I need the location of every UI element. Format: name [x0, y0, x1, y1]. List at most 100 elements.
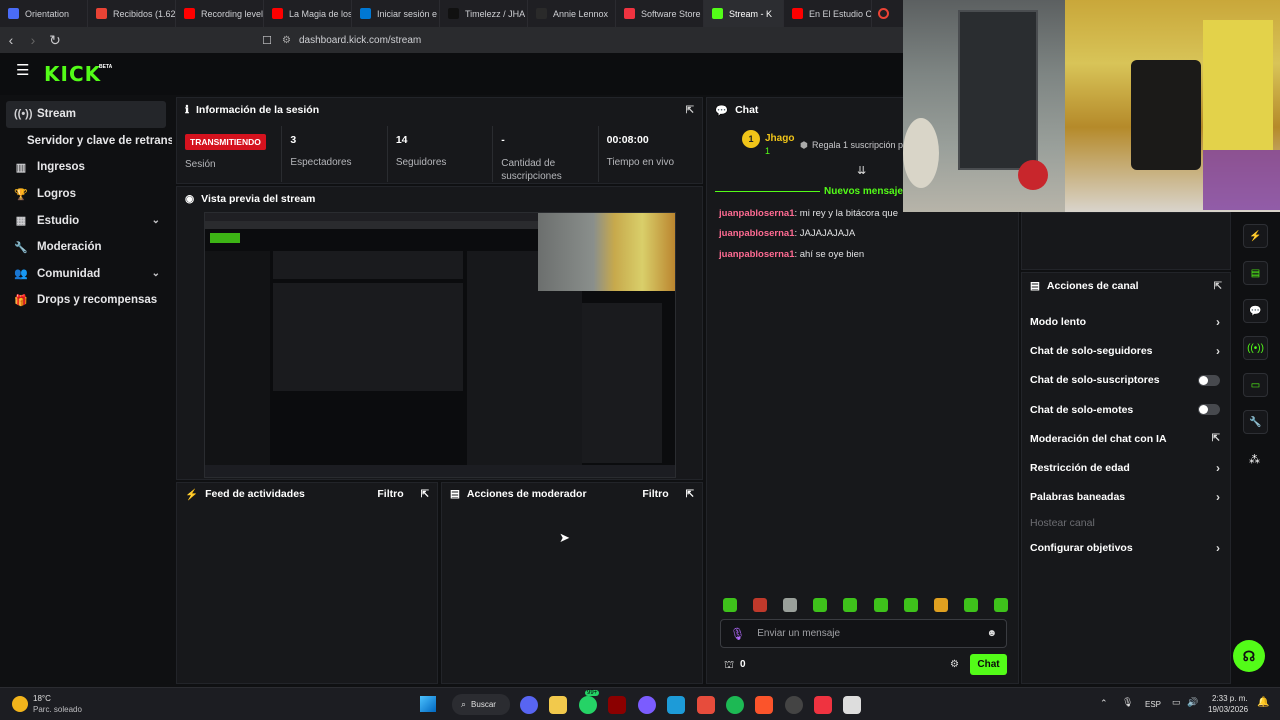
- chat-rail-icon[interactable]: 💬: [1243, 299, 1268, 323]
- app-icon[interactable]: [814, 696, 832, 714]
- kick-logo[interactable]: KICK: [44, 62, 101, 86]
- activity-popout-icon[interactable]: ⇱: [421, 489, 429, 500]
- stream-preview-video[interactable]: [204, 212, 676, 478]
- emote-icon[interactable]: [813, 598, 828, 612]
- wrench-rail-icon[interactable]: 🔧: [1243, 410, 1268, 434]
- browser-tab[interactable]: En El Estudio C: [784, 0, 872, 27]
- channel-action-item[interactable]: Chat de solo-emotes: [1022, 395, 1230, 424]
- discord-icon[interactable]: [520, 696, 538, 714]
- site-info-icon[interactable]: ⚙: [282, 35, 291, 46]
- broadcast-rail-icon[interactable]: ((•)): [1243, 336, 1268, 360]
- browser-tab[interactable]: Orientation: [0, 0, 88, 27]
- obs-icon[interactable]: [785, 696, 803, 714]
- toggle-switch[interactable]: [1198, 404, 1220, 416]
- browser-tab[interactable]: Annie Lennox: [528, 0, 616, 27]
- app-icon[interactable]: [638, 696, 656, 714]
- emote-icon[interactable]: [873, 598, 888, 612]
- sidebar-item[interactable]: ((•)) Stream: [6, 101, 166, 128]
- chevron-down-icon[interactable]: ⌄: [152, 215, 160, 226]
- brave-icon[interactable]: [755, 696, 773, 714]
- channel-action-item[interactable]: Chat de solo-suscriptores: [1022, 366, 1230, 395]
- emoji-icon[interactable]: ☻: [986, 628, 997, 639]
- sidebar-item[interactable]: 👥 Comunidad ⌄: [0, 261, 172, 288]
- chevron-down-icon[interactable]: ⌄: [152, 268, 160, 279]
- browser-tab[interactable]: Stream - K✕: [704, 0, 784, 27]
- chat-settings-icon[interactable]: ⚙: [950, 659, 959, 670]
- help-chat-button[interactable]: ☊: [1233, 640, 1265, 672]
- emote-icon[interactable]: [993, 598, 1008, 612]
- back-icon[interactable]: ‹: [0, 32, 22, 48]
- emote-icon[interactable]: [723, 598, 737, 612]
- windows-start-icon[interactable]: [420, 696, 436, 712]
- sidebar-item[interactable]: 🎁 Drops y recompensas: [0, 287, 172, 314]
- browser-tab[interactable]: La Magia de los: [264, 0, 352, 27]
- emote-icon[interactable]: [783, 598, 798, 612]
- channel-action-item[interactable]: Modo lento ›: [1022, 307, 1230, 336]
- emote-icon[interactable]: [843, 598, 858, 612]
- sidebar-item[interactable]: ▥ Ingresos: [0, 154, 172, 181]
- emote-icon[interactable]: [963, 598, 978, 612]
- chevron-up-icon[interactable]: ⌃: [1100, 698, 1108, 709]
- whatsapp-icon[interactable]: [579, 696, 597, 714]
- mic-icon[interactable]: 🎙: [730, 627, 745, 641]
- toggle-switch[interactable]: [1198, 374, 1220, 386]
- activity-filter-button[interactable]: Filtro: [377, 488, 403, 500]
- chat-username[interactable]: juanpabloserna1: [719, 249, 795, 260]
- mod-popout-icon[interactable]: ⇱: [686, 489, 694, 500]
- browser-tab[interactable]: Software Store: [616, 0, 704, 27]
- forward-icon[interactable]: ›: [22, 32, 44, 48]
- lightning-rail-icon[interactable]: ⚡: [1243, 224, 1268, 248]
- browser-tab[interactable]: Recording level: [176, 0, 264, 27]
- taskbar-search[interactable]: ⌕ Buscar: [452, 694, 510, 715]
- share-rail-icon[interactable]: ⁂: [1249, 453, 1260, 466]
- mod-filter-button[interactable]: Filtro: [642, 488, 668, 500]
- popout-icon[interactable]: ⇱: [686, 105, 694, 116]
- emote-icon[interactable]: [903, 598, 918, 612]
- url-text[interactable]: dashboard.kick.com/stream: [299, 35, 421, 46]
- channel-action-item[interactable]: Configurar objetivos ›: [1022, 533, 1230, 562]
- channel-action-item[interactable]: Restricción de edad ›: [1022, 453, 1230, 482]
- send-chat-button[interactable]: Chat: [970, 654, 1007, 675]
- app-icon[interactable]: [608, 696, 626, 714]
- channel-action-label: Moderación del chat con IA: [1030, 432, 1167, 445]
- collapse-pinned-icon[interactable]: ⇊: [857, 164, 866, 177]
- emote-icon[interactable]: [753, 598, 768, 612]
- sidebar-item[interactable]: 🔧 Moderación: [0, 234, 172, 261]
- chat-username[interactable]: juanpabloserna1: [719, 228, 795, 239]
- channel-actions-popout-icon[interactable]: ⇱: [1214, 281, 1222, 292]
- chat-input[interactable]: 🎙 Enviar un mensaje ☻: [720, 619, 1007, 648]
- clock-time[interactable]: 2:33 p. m.: [1212, 694, 1248, 703]
- whatsapp-badge: 99+: [585, 690, 600, 696]
- microphone-icon[interactable]: 🎙: [1122, 697, 1133, 708]
- channel-action-item[interactable]: Palabras baneadas ›: [1022, 483, 1230, 512]
- emote-icon[interactable]: [933, 598, 948, 612]
- language-indicator[interactable]: ESP: [1145, 700, 1161, 709]
- clock-date[interactable]: 19/03/2026: [1208, 705, 1248, 714]
- spotify-icon[interactable]: [726, 696, 744, 714]
- chat-username[interactable]: juanpabloserna1: [719, 208, 795, 219]
- channel-action-item[interactable]: Chat de solo-seguidores ›: [1022, 336, 1230, 365]
- browser-tab[interactable]: Iniciar sesión e: [352, 0, 440, 27]
- app-icon[interactable]: [667, 696, 685, 714]
- pinned-username[interactable]: Jhago: [765, 133, 794, 144]
- hamburger-menu-icon[interactable]: ☰: [16, 63, 29, 78]
- browser-tab[interactable]: Timelezz / JHA: [440, 0, 528, 27]
- sidebar-item[interactable]: 🏆 Logros: [0, 181, 172, 208]
- sidebar-item[interactable]: ▦ Estudio ⌄: [0, 207, 172, 234]
- weather-icon[interactable]: [12, 696, 28, 712]
- notifications-icon[interactable]: 🔔: [1257, 697, 1269, 708]
- file-explorer-icon[interactable]: [549, 696, 567, 714]
- app-icon[interactable]: [843, 696, 861, 714]
- weather-desc[interactable]: Parc. soleado: [33, 705, 82, 714]
- channel-action-item[interactable]: Moderación del chat con IA ⇱: [1022, 424, 1230, 453]
- browser-tab[interactable]: Recibidos (1.62: [88, 0, 176, 27]
- clipboard-rail-icon[interactable]: ▤: [1243, 261, 1268, 285]
- bookmark-icon[interactable]: ☐: [256, 34, 278, 47]
- app-icon[interactable]: [697, 696, 715, 714]
- weather-temp[interactable]: 18°C: [33, 694, 51, 703]
- reload-icon[interactable]: ↻: [44, 32, 66, 49]
- network-icon[interactable]: ▭: [1172, 697, 1181, 708]
- layout-rail-icon[interactable]: ▭: [1243, 373, 1268, 397]
- volume-icon[interactable]: 🔊: [1187, 697, 1198, 708]
- sidebar-item[interactable]: Servidor y clave de retransmisión: [0, 128, 172, 155]
